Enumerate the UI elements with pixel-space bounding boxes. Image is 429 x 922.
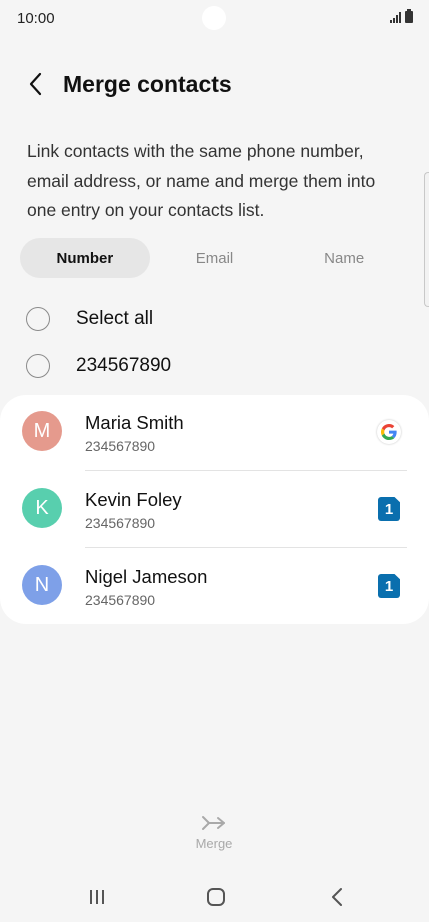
avatar: N [22,565,62,605]
back-arrow-icon [332,888,342,906]
number-group-label: 234567890 [76,355,172,376]
navigation-bar [0,872,429,922]
contact-list-card: M Maria Smith 234567890 K Kevin Foley 23… [0,395,429,624]
merge-label: Merge [195,836,233,851]
page-title: Merge contacts [63,71,232,97]
header: Merge contacts [0,62,429,106]
select-all-checkbox[interactable] [26,307,50,331]
contact-row[interactable]: M Maria Smith 234567890 [0,395,429,472]
scrollbar[interactable] [424,172,429,307]
select-all-row[interactable]: Select all [26,306,153,332]
tab-name[interactable]: Name [279,238,409,278]
contact-name: Kevin Foley [85,489,182,510]
divider [85,470,407,471]
home-icon [207,888,225,906]
signal-icon [390,11,401,23]
account-badge: 1 [377,574,401,598]
status-time: 10:00 [17,10,55,27]
contact-name: Maria Smith [85,412,184,433]
account-badge: 1 [377,497,401,521]
contact-row[interactable]: N Nigel Jameson 234567890 1 [0,549,429,626]
contact-row[interactable]: K Kevin Foley 234567890 1 [0,472,429,549]
avatar: M [22,411,62,451]
account-badge [377,420,401,444]
google-icon [377,420,401,444]
description-text: Link contacts with the same phone number… [27,141,376,220]
back-button[interactable] [20,68,52,100]
number-group-checkbox[interactable] [26,354,50,378]
contact-number: 234567890 [85,438,156,454]
sim-1-icon: 1 [378,497,400,521]
back-nav-button[interactable] [317,882,357,912]
recent-apps-button[interactable] [77,882,117,912]
avatar: K [22,488,62,528]
status-icons [390,9,413,23]
status-bar: 10:00 [0,0,429,38]
sim-1-icon: 1 [378,574,400,598]
contact-number: 234567890 [85,515,156,531]
tab-number[interactable]: Number [20,238,150,278]
merge-button[interactable]: Merge [184,814,244,864]
divider [85,547,407,548]
battery-icon [405,9,413,23]
tab-email[interactable]: Email [150,238,280,278]
select-all-label: Select all [76,308,154,329]
number-group-row[interactable]: 234567890 [26,353,171,379]
contact-number: 234567890 [85,592,156,608]
chevron-left-icon [29,72,42,96]
contact-name: Nigel Jameson [85,566,208,587]
camera-cutout [202,6,226,30]
recent-apps-icon [90,890,104,904]
merge-icon [202,816,225,830]
home-button[interactable] [196,882,236,912]
tab-bar: Number Email Name [20,238,409,278]
